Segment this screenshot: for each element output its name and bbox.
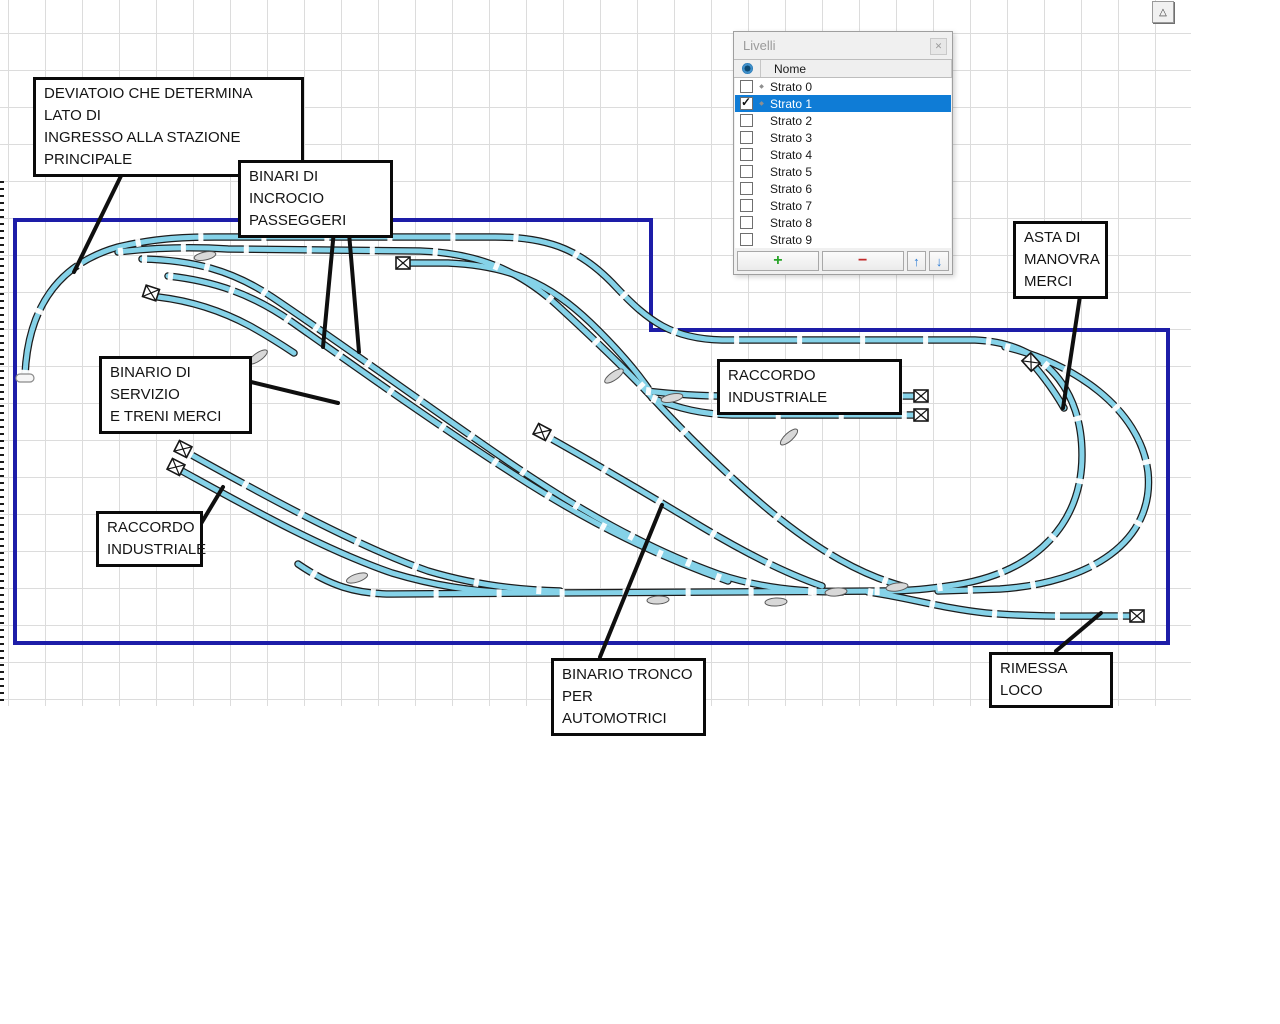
- scroll-up-button[interactable]: △: [1152, 1, 1174, 23]
- label-rimessa-loco[interactable]: RIMESSA LOCO: [989, 652, 1113, 708]
- layer-visibility-checkbox[interactable]: [740, 216, 753, 229]
- layer-row-strato-0[interactable]: Strato 0: [735, 78, 951, 95]
- visibility-icon: [742, 63, 753, 74]
- label-binario-tronco[interactable]: BINARIO TRONCO PER AUTOMOTRICI: [551, 658, 706, 736]
- layer-row-strato-8[interactable]: Strato 8: [735, 214, 951, 231]
- layer-name: Strato 6: [770, 182, 812, 196]
- layer-visibility-checkbox[interactable]: [740, 182, 753, 195]
- label-raccordo-industriale-right[interactable]: RACCORDO INDUSTRIALE: [717, 359, 902, 415]
- layers-toolbar: + − ↑ ↓: [734, 248, 952, 274]
- app-canvas: DEVIATOIO CHE DETERMINA LATO DI INGRESSO…: [0, 0, 1280, 1024]
- buffer-stop-icon: [1130, 610, 1144, 622]
- close-icon[interactable]: ✕: [930, 38, 947, 55]
- layer-row-strato-7[interactable]: Strato 7: [735, 197, 951, 214]
- move-layer-down-button[interactable]: ↓: [929, 251, 949, 271]
- layer-name: Strato 1: [770, 97, 812, 111]
- layer-visibility-checkbox[interactable]: [740, 97, 753, 110]
- layer-active-dot: [757, 83, 766, 90]
- visibility-column-header[interactable]: [734, 60, 761, 77]
- layer-name: Strato 2: [770, 114, 812, 128]
- layer-visibility-checkbox[interactable]: [740, 233, 753, 246]
- layer-visibility-checkbox[interactable]: [740, 80, 753, 93]
- track-left-industrial-2: [182, 471, 522, 593]
- layer-row-strato-3[interactable]: Strato 3: [735, 129, 951, 146]
- layer-name: Strato 3: [770, 131, 812, 145]
- buffer-stop-icon: [914, 409, 928, 421]
- move-layer-up-button[interactable]: ↑: [907, 251, 927, 271]
- layer-visibility-checkbox[interactable]: [740, 199, 753, 212]
- layer-visibility-checkbox[interactable]: [740, 165, 753, 178]
- layer-row-strato-4[interactable]: Strato 4: [735, 146, 951, 163]
- track-freight-line: [168, 276, 728, 581]
- label-binari-incrocio[interactable]: BINARI DI INCROCIO PASSEGGERI: [238, 160, 393, 238]
- layer-row-strato-2[interactable]: Strato 2: [735, 112, 951, 129]
- track-end-cap: [16, 374, 34, 382]
- layer-visibility-checkbox[interactable]: [740, 148, 753, 161]
- layer-row-strato-5[interactable]: Strato 5: [735, 163, 951, 180]
- layers-list: Strato 0 Strato 1 Strato 2 Strato 3 Stra…: [735, 78, 951, 248]
- layers-header-row: Nome: [734, 59, 952, 78]
- layer-name: Strato 0: [770, 80, 812, 94]
- layer-row-strato-9[interactable]: Strato 9: [735, 231, 951, 248]
- layers-panel-title: Livelli: [743, 38, 776, 53]
- name-column-header[interactable]: Nome: [761, 60, 952, 77]
- label-raccordo-industriale-left[interactable]: RACCORDO INDUSTRIALE: [96, 511, 203, 567]
- layer-name: Strato 4: [770, 148, 812, 162]
- layer-active-dot: [757, 100, 766, 107]
- layer-row-strato-1[interactable]: Strato 1: [735, 95, 951, 112]
- label-asta-manovra[interactable]: ASTA DI MANOVRA MERCI: [1013, 221, 1108, 299]
- add-layer-button[interactable]: +: [737, 251, 819, 271]
- track-right-outer-arc: [938, 347, 1149, 591]
- layer-name: Strato 7: [770, 199, 812, 213]
- layer-name: Strato 8: [770, 216, 812, 230]
- layer-row-strato-6[interactable]: Strato 6: [735, 180, 951, 197]
- buffer-stop-icon: [396, 257, 410, 269]
- label-binario-servizio[interactable]: BINARIO DI SERVIZIO E TRENI MERCI: [99, 356, 252, 434]
- layer-visibility-checkbox[interactable]: [740, 131, 753, 144]
- remove-layer-button[interactable]: −: [822, 251, 904, 271]
- layers-panel-titlebar: Livelli ✕: [734, 32, 952, 59]
- layer-visibility-checkbox[interactable]: [740, 114, 753, 127]
- buffer-stop-icon: [914, 390, 928, 402]
- layer-name: Strato 5: [770, 165, 812, 179]
- layers-panel: Livelli ✕ Nome Strato 0 Strato 1 Strato …: [733, 31, 953, 275]
- track-small-left-stub: [158, 297, 294, 353]
- buffer-stop-icon: [142, 285, 159, 301]
- layer-name: Strato 9: [770, 233, 812, 247]
